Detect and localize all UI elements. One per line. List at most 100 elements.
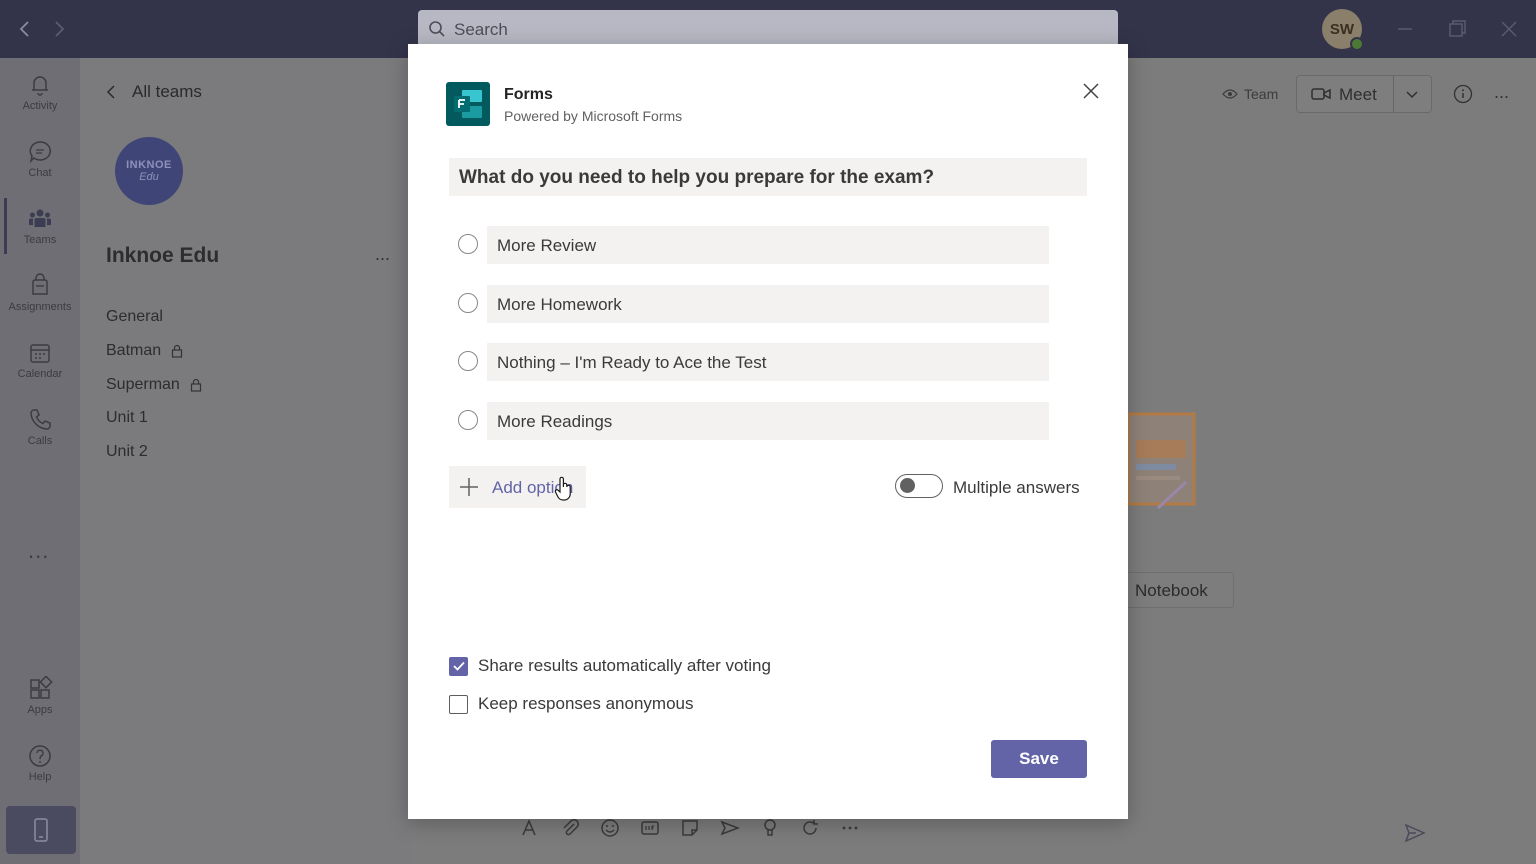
send-icon[interactable] xyxy=(1404,822,1426,844)
lock-icon xyxy=(190,378,202,392)
emoji-icon[interactable] xyxy=(600,818,620,838)
channel-item-unit-2[interactable]: Unit 2 xyxy=(106,443,148,461)
team-logo-line1: INKNOE xyxy=(126,159,172,171)
close-icon[interactable] xyxy=(1080,80,1102,102)
channel-item-batman[interactable]: Batman xyxy=(106,342,183,360)
option-row: More Readings xyxy=(458,402,1050,440)
user-avatar[interactable]: SW xyxy=(1322,9,1364,51)
chevron-down-icon[interactable] xyxy=(1405,87,1419,101)
channel-label: Batman xyxy=(106,342,162,359)
sticker-icon[interactable] xyxy=(680,818,700,838)
forms-poll-dialog: Forms Powered by Microsoft Forms What do… xyxy=(408,44,1128,819)
channel-item-general[interactable]: General xyxy=(106,308,163,326)
rail-item-activity[interactable]: Activity xyxy=(0,68,80,128)
gif-icon[interactable] xyxy=(640,818,660,838)
option-input[interactable]: More Homework xyxy=(487,285,1049,323)
rail-item-teams[interactable]: Teams xyxy=(0,202,80,262)
rail-item-assignments[interactable]: Assignments xyxy=(0,269,80,329)
option-input[interactable]: Nothing – I'm Ready to Ace the Test xyxy=(487,343,1049,381)
chat-icon xyxy=(27,139,53,165)
rail-label: Apps xyxy=(27,704,53,716)
share-results-label: Share results automatically after voting xyxy=(478,656,771,675)
meet-divider xyxy=(1393,76,1394,112)
rail-label: Activity xyxy=(22,100,58,112)
eye-icon xyxy=(1222,88,1238,100)
channel-item-unit-1[interactable]: Unit 1 xyxy=(106,409,148,427)
info-icon[interactable] xyxy=(1453,84,1473,104)
rail-item-calendar[interactable]: Calendar xyxy=(0,336,80,396)
channel-label: General xyxy=(106,308,163,325)
option-radio[interactable] xyxy=(458,293,478,313)
apps-icon xyxy=(27,676,53,702)
presence-indicator xyxy=(1350,37,1364,51)
option-radio[interactable] xyxy=(458,351,478,371)
option-text: More Readings xyxy=(497,412,613,431)
meet-button[interactable]: Meet xyxy=(1296,75,1432,113)
notebook-illustration xyxy=(1128,412,1200,512)
save-button[interactable]: Save xyxy=(991,740,1087,778)
teams-icon xyxy=(27,206,53,232)
app-name: Forms xyxy=(504,86,553,103)
download-mobile-button[interactable] xyxy=(6,806,76,854)
rail-more-icon[interactable]: ... xyxy=(28,538,49,564)
option-text: More Review xyxy=(497,236,597,255)
option-text: Nothing – I'm Ready to Ace the Test xyxy=(497,353,767,372)
share-results-checkbox-row[interactable]: Share results automatically after voting xyxy=(449,656,771,676)
app-rail: Activity Chat Teams Assignments Calendar… xyxy=(0,58,80,864)
channel-label: Unit 2 xyxy=(106,443,148,460)
multiple-answers-toggle[interactable] xyxy=(895,474,943,498)
meet-now-icon[interactable] xyxy=(720,818,740,838)
all-teams-link[interactable]: All teams xyxy=(104,82,202,102)
attach-icon[interactable] xyxy=(560,818,580,838)
team-more-options-icon[interactable]: ... xyxy=(375,244,390,265)
rail-item-help[interactable]: Help xyxy=(0,739,80,799)
loop-icon[interactable] xyxy=(800,818,820,838)
praise-icon[interactable] xyxy=(760,818,780,838)
rail-item-apps[interactable]: Apps xyxy=(0,672,80,732)
rail-label: Assignments xyxy=(8,301,72,313)
option-input[interactable]: More Readings xyxy=(487,402,1049,440)
notebook-button[interactable]: Notebook xyxy=(1120,572,1234,608)
minimize-icon[interactable] xyxy=(1392,16,1418,42)
question-input[interactable]: What do you need to help you prepare for… xyxy=(449,158,1087,196)
channel-item-superman[interactable]: Superman xyxy=(106,376,202,394)
search-input[interactable]: Search xyxy=(418,10,1118,48)
rail-label: Help xyxy=(28,771,52,783)
assignments-icon xyxy=(27,273,53,299)
mobile-phone-icon xyxy=(32,817,50,843)
toggle-knob xyxy=(900,478,915,493)
rail-item-chat[interactable]: Chat xyxy=(0,135,80,195)
app-subtitle: Powered by Microsoft Forms xyxy=(504,108,683,124)
team-name: Inknoe Edu xyxy=(106,244,220,267)
team-logo: INKNOE Edu xyxy=(115,137,183,205)
option-input[interactable]: More Review xyxy=(487,226,1049,264)
multiple-answers-label: Multiple answers xyxy=(953,478,1080,497)
anonymous-checkbox-row[interactable]: Keep responses anonymous xyxy=(449,694,693,714)
share-results-checkbox[interactable] xyxy=(449,656,468,676)
more-options-icon[interactable] xyxy=(840,818,860,838)
anonymous-label: Keep responses anonymous xyxy=(478,694,694,713)
option-radio[interactable] xyxy=(458,410,478,430)
option-radio[interactable] xyxy=(458,234,478,254)
format-icon[interactable] xyxy=(520,818,540,838)
channel-label: Superman xyxy=(106,376,180,393)
anonymous-checkbox[interactable] xyxy=(449,694,468,714)
compose-toolbar xyxy=(520,818,860,838)
bell-icon xyxy=(27,72,53,98)
team-visibility-indicator: Team xyxy=(1222,86,1278,102)
video-camera-icon xyxy=(1311,85,1331,103)
close-window-icon[interactable] xyxy=(1496,16,1522,42)
rail-label: Calendar xyxy=(17,368,63,380)
phone-icon xyxy=(27,407,53,433)
rail-item-calls[interactable]: Calls xyxy=(0,403,80,463)
rail-label: Teams xyxy=(23,234,57,246)
chevron-left-icon xyxy=(104,84,118,100)
meet-label: Meet xyxy=(1339,85,1377,104)
restore-icon[interactable] xyxy=(1444,16,1470,42)
plus-icon xyxy=(458,476,480,498)
header-more-options-icon[interactable]: ... xyxy=(1494,82,1509,103)
back-arrow-icon[interactable] xyxy=(14,18,36,40)
avatar-initials: SW xyxy=(1329,20,1355,38)
calendar-icon xyxy=(27,340,53,366)
forward-arrow-icon[interactable] xyxy=(48,18,70,40)
